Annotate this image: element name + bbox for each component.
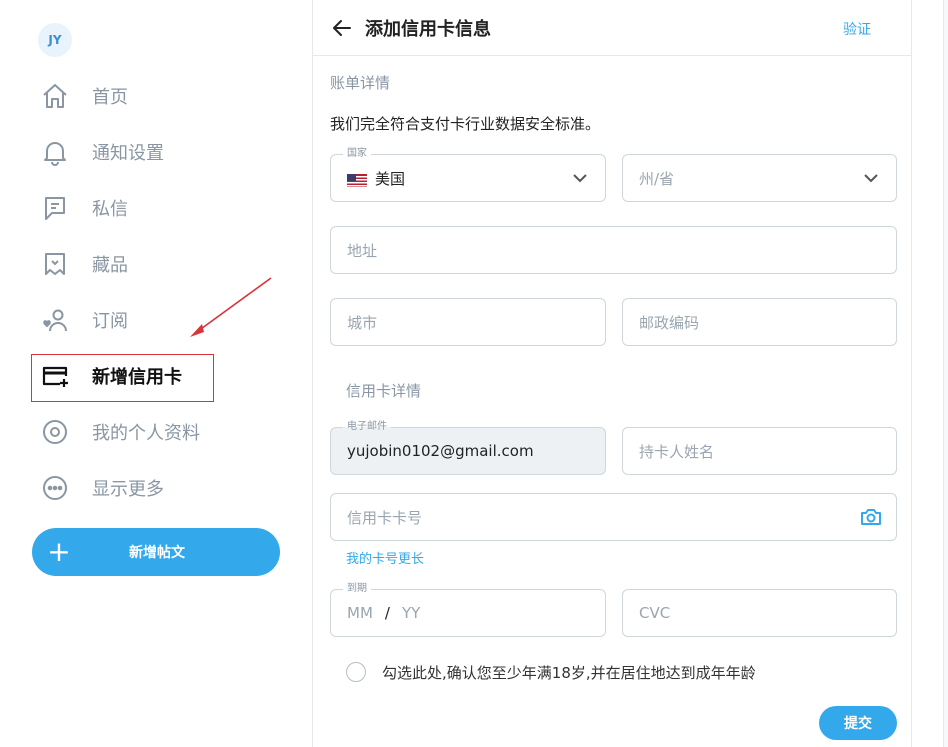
email-field: 电子邮件 yujobin0102@gmail.com: [330, 420, 606, 475]
sidebar-item-home[interactable]: 首页: [40, 79, 128, 113]
card-number-placeholder: 信用卡卡号: [347, 508, 423, 527]
sidebar-item-messages[interactable]: 私信: [40, 191, 128, 225]
main-panel: 添加信用卡信息 验证 账单详情 我们完全符合支付卡行业数据安全标准。 国家 美国…: [312, 0, 912, 747]
billing-heading: 账单详情: [330, 74, 391, 92]
sidebar-item-subscriptions[interactable]: 订阅: [40, 303, 128, 337]
avatar[interactable]: JY: [38, 23, 72, 57]
collection-icon: [40, 249, 70, 279]
city-field[interactable]: 城市: [330, 298, 606, 346]
chevron-down-icon: [862, 169, 880, 191]
country-value: 美国: [375, 169, 406, 188]
cvc-placeholder: CVC: [639, 604, 671, 622]
submit-button[interactable]: 提交: [819, 706, 897, 740]
expiry-separator: /: [384, 604, 390, 622]
page-title: 添加信用卡信息: [365, 19, 491, 40]
address-placeholder: 地址: [347, 241, 378, 260]
sidebar-item-label: 我的个人资料: [92, 423, 200, 444]
sidebar-item-profile[interactable]: 我的个人资料: [40, 415, 200, 449]
cardholder-placeholder: 持卡人姓名: [639, 442, 715, 461]
email-label: 电子邮件: [343, 420, 391, 434]
address-field[interactable]: 地址: [330, 226, 897, 274]
card-number-field[interactable]: 信用卡卡号: [330, 493, 897, 541]
verify-button[interactable]: 验证: [843, 19, 871, 39]
sidebar-item-label: 订阅: [92, 311, 128, 332]
card-number-longer-link[interactable]: 我的卡号更长: [346, 548, 424, 567]
plus-icon: +: [47, 535, 71, 568]
annotation-highlight-box: [31, 354, 214, 402]
new-post-label: 新增帖文: [129, 545, 185, 561]
back-arrow-icon[interactable]: [327, 13, 357, 43]
expiry-month-placeholder: MM: [347, 604, 373, 622]
state-select[interactable]: 州/省: [622, 154, 897, 202]
cvc-field[interactable]: CVC: [622, 589, 897, 637]
us-flag-icon: [347, 172, 367, 187]
new-post-button[interactable]: + 新增帖文: [32, 528, 280, 576]
right-panel-edge: [943, 0, 948, 747]
card-heading: 信用卡详情: [346, 382, 422, 400]
age-consent-radio[interactable]: [346, 662, 366, 682]
subscription-icon: [40, 305, 70, 335]
zip-field[interactable]: 邮政编码: [622, 298, 897, 346]
expiry-field[interactable]: 到期 MM / YY: [330, 582, 606, 637]
sidebar-item-collections[interactable]: 藏品: [40, 247, 128, 281]
chevron-down-icon: [571, 169, 589, 191]
more-icon: [40, 473, 70, 503]
country-select[interactable]: 国家 美国: [330, 147, 606, 202]
country-label: 国家: [343, 147, 371, 161]
sidebar-item-label: 显示更多: [92, 479, 164, 500]
sidebar: JY 首页 通知设置 私信 藏品 订阅 新增信用卡 我的个人资料 显示更多 + …: [0, 0, 312, 747]
zip-placeholder: 邮政编码: [639, 313, 700, 332]
sidebar-item-label: 通知设置: [92, 143, 164, 164]
expiry-label: 到期: [343, 582, 371, 596]
age-consent-label: 勾选此处,确认您至少年满18岁,并在居住地达到成年年龄: [382, 664, 756, 682]
expiry-year-placeholder: YY: [401, 604, 421, 622]
sidebar-item-more[interactable]: 显示更多: [40, 471, 164, 505]
city-placeholder: 城市: [347, 313, 378, 332]
sidebar-item-label: 藏品: [92, 255, 128, 276]
header: 添加信用卡信息 验证: [313, 0, 912, 56]
bell-icon: [40, 137, 70, 167]
sidebar-item-label: 首页: [92, 87, 128, 108]
email-value: yujobin0102@gmail.com: [347, 442, 534, 460]
sidebar-item-label: 私信: [92, 199, 128, 220]
home-icon: [40, 81, 70, 111]
camera-icon[interactable]: [860, 506, 882, 532]
cardholder-name-field[interactable]: 持卡人姓名: [622, 427, 897, 475]
sidebar-item-notifications[interactable]: 通知设置: [40, 135, 164, 169]
annotation-arrow-icon: [190, 277, 272, 337]
state-placeholder: 州/省: [639, 169, 675, 188]
profile-icon: [40, 417, 70, 447]
pci-note: 我们完全符合支付卡行业数据安全标准。: [330, 115, 601, 133]
message-icon: [40, 193, 70, 223]
